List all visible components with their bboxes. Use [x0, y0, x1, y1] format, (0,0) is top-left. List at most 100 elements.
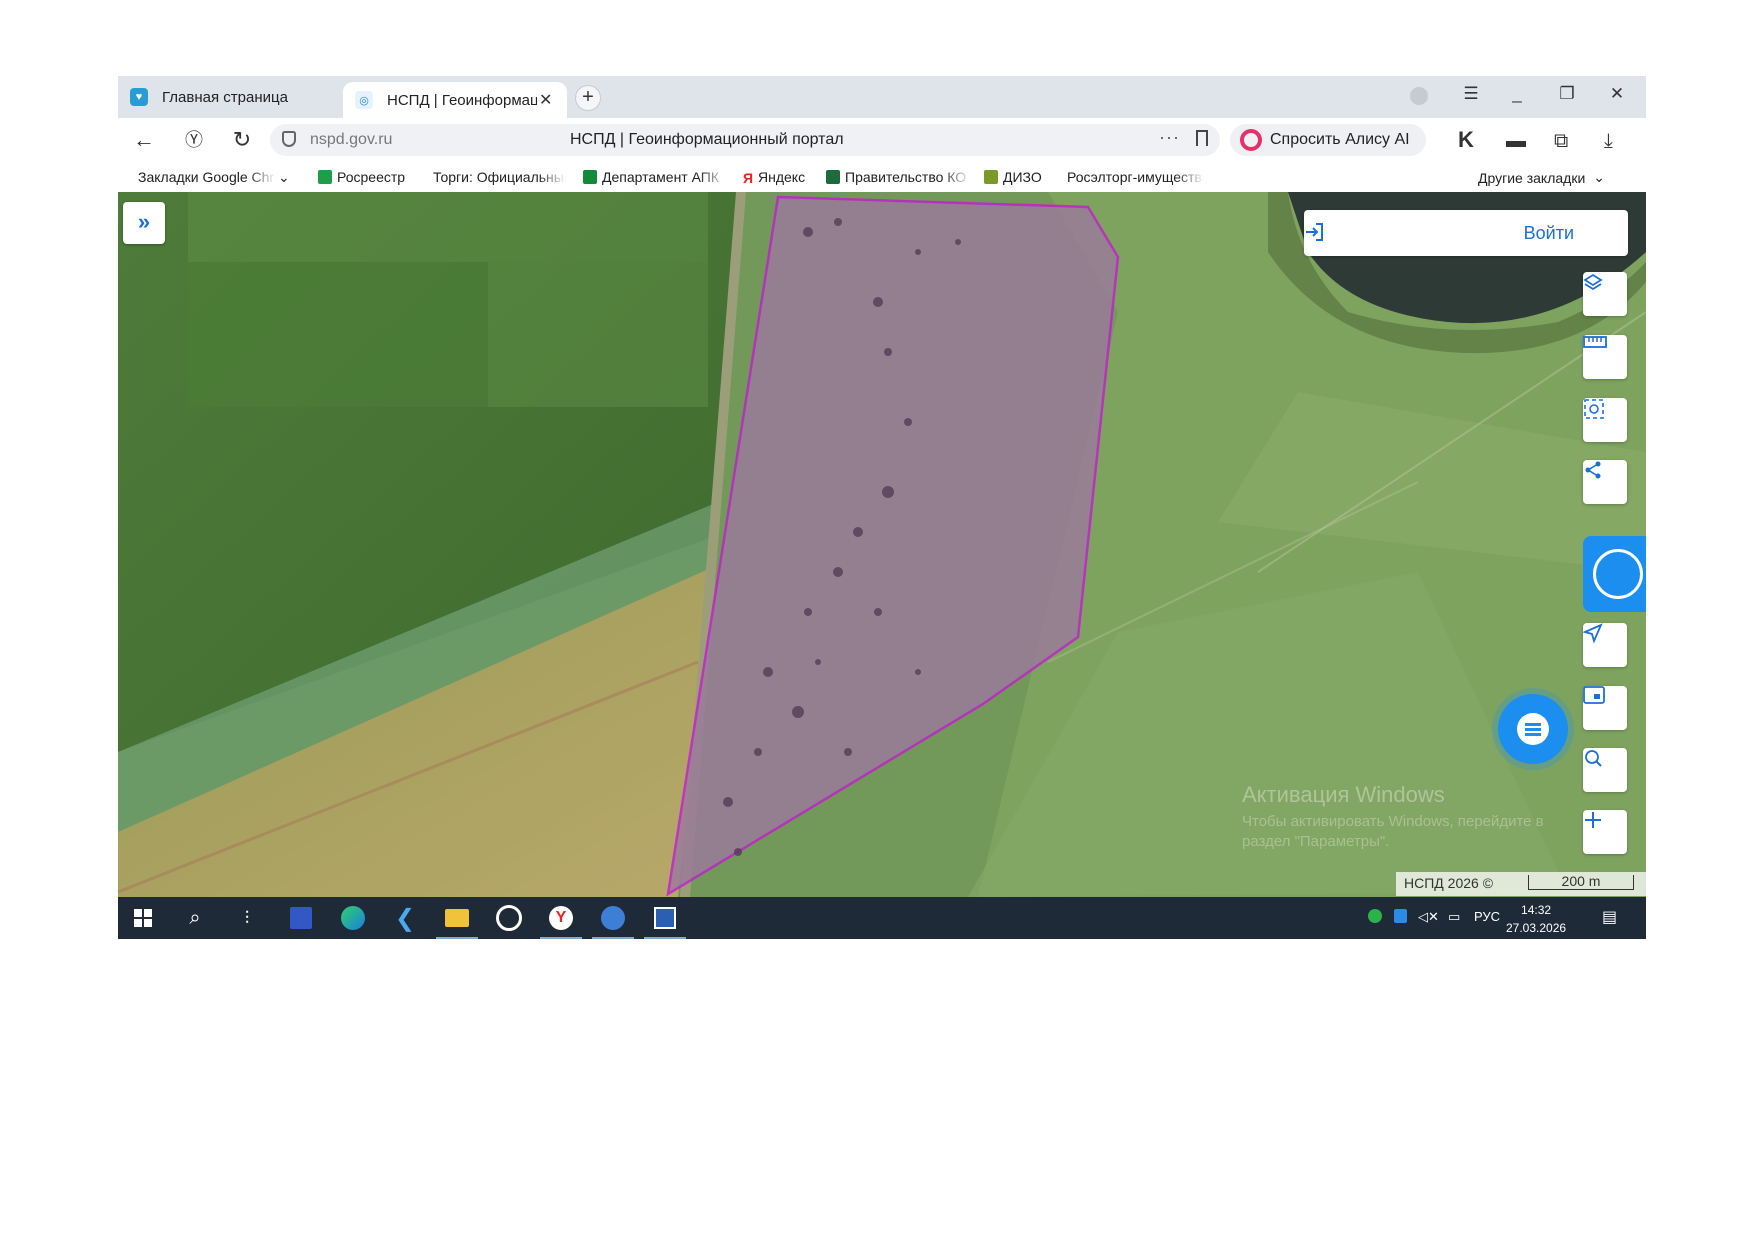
expand-panel-button[interactable]: »	[123, 202, 165, 244]
notifications-icon[interactable]: ▤	[1602, 907, 1617, 927]
bookmark-government[interactable]: Правительство КО	[826, 169, 971, 185]
chevron-down-icon[interactable]: ⌄	[278, 169, 290, 186]
government-icon	[826, 170, 840, 184]
assistant-button[interactable]	[1583, 536, 1646, 612]
layers-icon	[1583, 273, 1603, 291]
bookmark-label: Росэлторг-имущество	[1067, 169, 1204, 185]
layers-button[interactable]	[1583, 272, 1627, 316]
bookmark-torgi[interactable]: Торги: Официальный	[428, 169, 566, 185]
downloads-icon[interactable]: ⤓	[1604, 130, 1613, 153]
close-tab-icon[interactable]: ✕	[539, 90, 552, 110]
app-c-icon[interactable]	[496, 905, 522, 931]
ruler-icon	[1583, 336, 1607, 348]
minimap-icon	[1583, 686, 1605, 704]
bookmark-label: Закладки Google Chrome	[138, 169, 276, 185]
search-location-button[interactable]	[1583, 748, 1627, 792]
yandex-browser-icon[interactable]: Y	[540, 905, 582, 939]
scale-bar: 200 m	[1528, 874, 1634, 890]
navigate-button[interactable]	[1583, 623, 1627, 667]
extensions-icon[interactable]: ⧉	[1554, 130, 1568, 153]
kaspersky-tray-icon[interactable]	[1368, 909, 1382, 926]
chat-icon	[1517, 713, 1549, 745]
tab-nspd[interactable]: ◎ НСПД | Геоинформационный портал ✕	[343, 82, 567, 118]
dizo-icon	[984, 170, 998, 184]
share-icon	[1585, 461, 1601, 479]
share-button[interactable]	[1583, 460, 1627, 504]
bookmark-label: Правительство КО	[845, 169, 967, 185]
shield-icon	[282, 131, 296, 147]
bookmark-department[interactable]: Департамент АПК	[583, 169, 728, 185]
other-bookmarks[interactable]: Другие закладки ⌄	[1478, 169, 1605, 186]
nspd-icon: ◎	[355, 91, 373, 109]
page-title: НСПД | Геоинформационный портал	[570, 131, 844, 148]
login-icon	[1306, 223, 1323, 241]
minimap-button[interactable]	[1583, 686, 1627, 730]
bookmark-icon[interactable]	[1196, 130, 1208, 146]
bookmark-label: Другие закладки	[1478, 169, 1586, 186]
vpn-icon[interactable]: ▬	[1506, 130, 1526, 153]
tab-home[interactable]: ♥ Главная страница	[118, 76, 338, 118]
yandex-icon: Я	[743, 170, 754, 185]
task-view-icon[interactable]: ⫶	[234, 905, 260, 931]
activation-watermark-text: Чтобы активировать Windows, перейдите в …	[1242, 813, 1544, 850]
tab-strip: ♥ Главная страница ◎ НСПД | Геоинформаци…	[118, 76, 1646, 118]
navigate-icon	[1583, 623, 1603, 643]
edge-icon[interactable]	[340, 905, 366, 931]
rosreestr-icon: ♥	[130, 88, 148, 106]
bookmark-dizo[interactable]: ДИЗО	[984, 169, 1056, 185]
ruler-button[interactable]	[1583, 335, 1627, 379]
omnibox[interactable]: nspd.gov.ru НСПД | Геоинформационный пор…	[270, 124, 1220, 156]
network-icon[interactable]: ▭	[1448, 909, 1460, 925]
map-view[interactable]: » Войти Активация Windows Чтобы активиро…	[118, 192, 1646, 897]
rosreestr-icon	[318, 170, 332, 184]
kaspersky-icon[interactable]: K	[1458, 127, 1474, 153]
file-explorer-icon[interactable]	[436, 905, 478, 939]
bookmark-label: Росреестр	[337, 169, 406, 185]
security-tray-icon[interactable]	[1394, 909, 1407, 926]
ask-alisa-button[interactable]: Спросить Алису AI	[1230, 124, 1426, 156]
bookmark-yandex[interactable]: Я Яндекс	[743, 169, 823, 185]
search-location-icon	[1585, 750, 1602, 767]
alisa-icon	[1240, 129, 1262, 151]
login-button[interactable]: Войти	[1304, 210, 1628, 256]
save-app-icon[interactable]	[288, 905, 314, 931]
windows-start-icon[interactable]	[130, 905, 156, 931]
bookmark-roseltorg[interactable]: Росэлторг-имущество	[1062, 169, 1204, 185]
tab-label: НСПД | Геоинформационный портал	[387, 91, 537, 109]
flag-icon	[583, 170, 597, 184]
clock[interactable]: 14:32 27.03.2026	[1506, 901, 1566, 937]
clock-date: 27.03.2026	[1506, 921, 1567, 935]
taskbar: ⌕ ⫶ ❮ Y ◁✕ ▭ РУС 14:32 27.03.2026 ▤	[118, 897, 1646, 939]
close-window-icon[interactable]: ✕	[1604, 84, 1630, 104]
language-indicator[interactable]: РУС	[1474, 909, 1500, 924]
volume-muted-icon[interactable]: ◁✕	[1418, 909, 1439, 925]
restore-icon[interactable]: ❐	[1554, 84, 1580, 104]
menu-icon[interactable]: ☰	[1458, 84, 1484, 104]
clock-time: 14:32	[1521, 903, 1552, 917]
word-icon[interactable]	[644, 905, 686, 939]
reload-icon[interactable]: ↻	[228, 126, 256, 154]
minimize-icon[interactable]: _	[1504, 84, 1530, 104]
bookmark-label: Яндекс	[758, 169, 806, 185]
bookmark-label: Торги: Официальный	[433, 169, 566, 185]
back-icon[interactable]: ←	[130, 126, 158, 154]
search-icon[interactable]: ⌕	[182, 905, 208, 931]
yandex-home-icon[interactable]: Ⓨ	[180, 126, 208, 154]
tab-label: Главная страница	[162, 88, 288, 106]
thunderbird-icon[interactable]	[592, 905, 634, 939]
profile-icon[interactable]	[1410, 87, 1428, 105]
chat-button[interactable]	[1498, 694, 1568, 764]
url-text: nspd.gov.ru	[310, 131, 393, 148]
bookmark-label: ДИЗО	[1003, 169, 1042, 185]
zoom-in-button[interactable]	[1583, 810, 1627, 854]
bookmark-folder-google[interactable]: Закладки Google Chrome	[138, 169, 276, 185]
screen: ♥ Главная страница ◎ НСПД | Геоинформаци…	[118, 76, 1646, 939]
bookmark-rosreestr[interactable]: Росреестр	[318, 169, 418, 185]
bookmarks-bar: Закладки Google Chrome ⌄ Росреестр Торги…	[118, 162, 1646, 192]
select-area-button[interactable]	[1583, 398, 1627, 442]
assistant-icon	[1593, 549, 1643, 599]
login-label: Войти	[1523, 223, 1574, 243]
app-icon[interactable]: ❮	[392, 905, 418, 932]
more-icon[interactable]: ···	[1159, 127, 1180, 148]
new-tab-button[interactable]: +	[575, 85, 601, 111]
